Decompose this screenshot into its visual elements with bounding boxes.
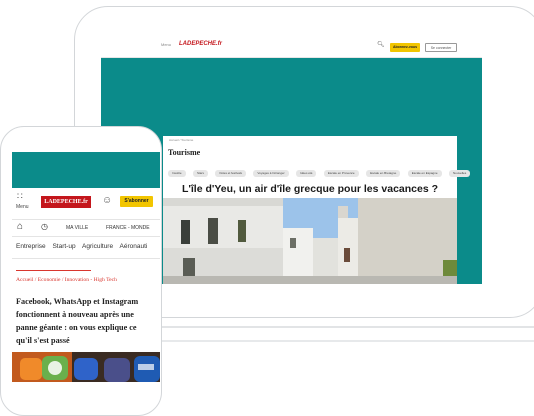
tag-chip[interactable]: Escale en Bretagne [366, 170, 401, 177]
site-logo[interactable]: LADEPECHE.fr [179, 41, 222, 47]
category-item[interactable]: Start-up [52, 243, 75, 250]
ad-banner [12, 152, 160, 188]
home-icon[interactable]: ⌂ [17, 221, 23, 232]
tag-chip[interactable]: Stars [192, 170, 208, 177]
tag-chip[interactable]: Escale en Provence [323, 170, 359, 177]
tag-chip[interactable]: Fêtes et festivals [215, 170, 246, 177]
clock-icon[interactable]: ◷ [41, 222, 48, 231]
site-logo[interactable]: LADEPECHE.fr [41, 196, 91, 208]
subscribe-button[interactable]: S'abonner [120, 196, 153, 207]
breadcrumb[interactable]: Accueil / Economie / Innovation - High T… [16, 277, 160, 283]
article-photo [12, 352, 160, 382]
laptop-base-line [160, 326, 534, 328]
section-heading: Tourisme [168, 148, 201, 157]
article-title[interactable]: L'île d'Yeu, un air d'île grecque pour l… [163, 183, 457, 195]
tag-list: Insolite Stars Fêtes et festivals Voyage… [168, 161, 473, 179]
category-item[interactable]: Entreprise [16, 243, 46, 250]
tag-chip[interactable]: Voyages à l'étranger [253, 170, 289, 177]
tag-chip[interactable]: Idées été [296, 170, 317, 177]
phone-screen: ∷ Menu LADEPECHE.fr ☺︎ S'abonner ⌂ ◷ MA … [12, 152, 160, 382]
user-icon[interactable]: ☺︎ [102, 195, 112, 206]
menu-icon[interactable]: ∷ [17, 192, 23, 201]
nav-france-monde[interactable]: FRANCE - MONDE [106, 225, 150, 231]
tag-chip[interactable]: Insolite [168, 170, 186, 177]
category-item[interactable]: Agriculture [82, 243, 113, 250]
tag-chip[interactable]: Nouvelles [449, 170, 471, 177]
login-button[interactable]: Se connecter [425, 43, 457, 52]
category-item[interactable]: Aéronauti [120, 243, 148, 250]
nav-bar: ⌂ ◷ MA VILLE FRANCE - MONDE [12, 219, 160, 237]
street-photo-image [163, 198, 457, 284]
laptop-base-line [160, 340, 534, 342]
breadcrumb[interactable]: Accueil / Tourisme [169, 138, 193, 142]
app-icons-image [12, 352, 160, 382]
tag-chip[interactable]: Escale en Espagne [407, 170, 442, 177]
article-photo [163, 198, 457, 284]
search-icon[interactable]: 🔍︎ [377, 41, 385, 48]
divider [12, 258, 160, 259]
menu-label[interactable]: Menu [16, 204, 29, 210]
nav-ma-ville[interactable]: MA VILLE [66, 225, 88, 231]
article-panel: Accueil / Tourisme Tourisme Insolite Sta… [163, 136, 471, 284]
article-headline[interactable]: Facebook, WhatsApp et Instagram fonction… [16, 295, 144, 347]
subscribe-button[interactable]: Abonnez-vous [390, 43, 420, 52]
accent-divider [16, 270, 91, 271]
menu-button[interactable]: Menu [161, 42, 171, 47]
category-list: Entreprise Start-up Agriculture Aéronaut… [16, 243, 152, 250]
site-header: Menu LADEPECHE.fr 🔍︎ Abonnez-vous Se con… [101, 36, 482, 58]
